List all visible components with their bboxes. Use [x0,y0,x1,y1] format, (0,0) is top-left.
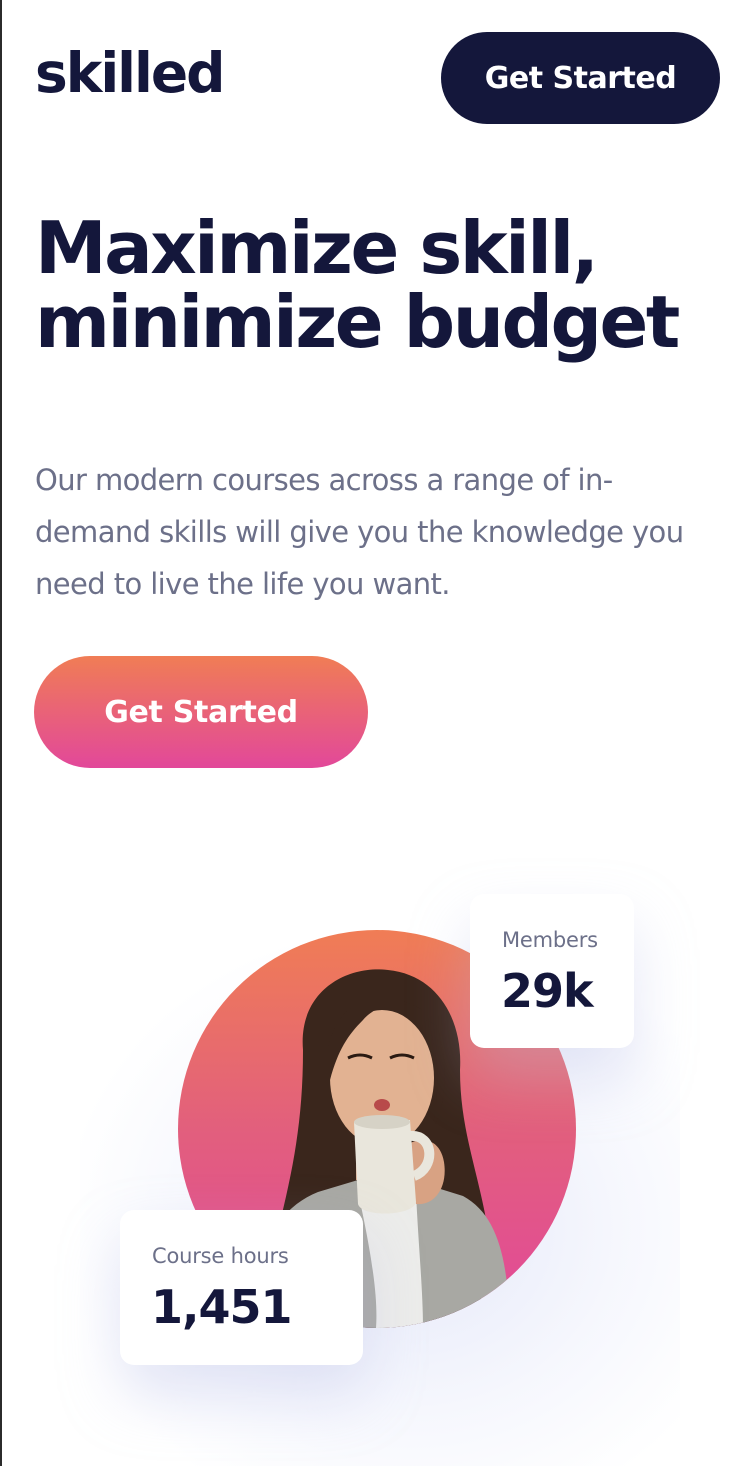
course-hours-stat-card: Course hours 1,451 [120,1210,363,1365]
members-stat-card: Members 29k [470,894,634,1048]
hero-title: Maximize skill, minimize budget [35,212,735,358]
header-get-started-button[interactable]: Get Started [441,32,720,124]
hero-title-line-1: Maximize skill, [35,206,599,290]
members-label: Members [502,928,598,952]
course-hours-label: Course hours [152,1244,289,1268]
hero-title-line-2: minimize budget [35,280,680,364]
hero-get-started-button[interactable]: Get Started [34,656,368,768]
left-edge-border [0,0,2,1466]
hero-visual: Members 29k Course hours 1,451 [80,880,700,1466]
course-hours-value: 1,451 [151,1280,293,1334]
hero-description: Our modern courses across a range of in-… [35,463,684,601]
members-value: 29k [501,964,594,1018]
logo[interactable]: skilled [35,46,226,101]
